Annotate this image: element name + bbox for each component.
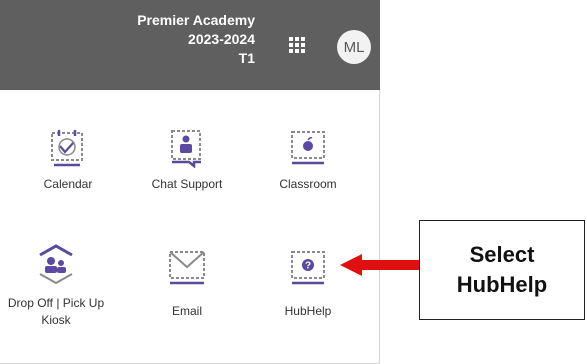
tile-email[interactable]: Email (127, 247, 247, 320)
calendar-icon (51, 130, 83, 167)
help-icon: ? (291, 251, 325, 285)
kiosk-icon (39, 244, 73, 285)
chat-support-icon (171, 130, 201, 168)
tile-chat-support[interactable]: Chat Support (127, 128, 247, 193)
classroom-icon (291, 131, 325, 165)
tile-drop-off-kiosk[interactable]: Drop Off | Pick Up Kiosk (0, 243, 116, 329)
school-name: Premier Academy (137, 12, 255, 28)
tile-calendar[interactable]: Calendar (8, 128, 128, 193)
callout-box: Select HubHelp (419, 220, 585, 320)
tile-label: Calendar (43, 177, 93, 191)
header-bar: Premier Academy 2023-2024 T1 ML (0, 0, 380, 90)
tile-label: Classroom (279, 177, 337, 191)
school-year: 2023-2024 (188, 31, 255, 47)
callout-arrow (340, 254, 422, 276)
tile-label: Drop Off | Pick Up Kiosk (7, 296, 105, 327)
app-launcher-panel: Premier Academy 2023-2024 T1 ML Calendar (0, 0, 380, 364)
school-info: Premier Academy 2023-2024 T1 (137, 11, 255, 68)
tile-classroom[interactable]: Classroom (248, 128, 368, 193)
svg-text:?: ? (305, 261, 311, 272)
tile-label: Chat Support (151, 177, 223, 191)
email-icon (169, 251, 205, 285)
tile-label: Email (171, 304, 202, 318)
term: T1 (238, 50, 255, 66)
callout-text: Select HubHelp (456, 242, 548, 297)
tile-label: HubHelp (284, 304, 332, 318)
avatar[interactable]: ML (337, 30, 371, 64)
apps-grid-icon[interactable] (289, 37, 305, 53)
